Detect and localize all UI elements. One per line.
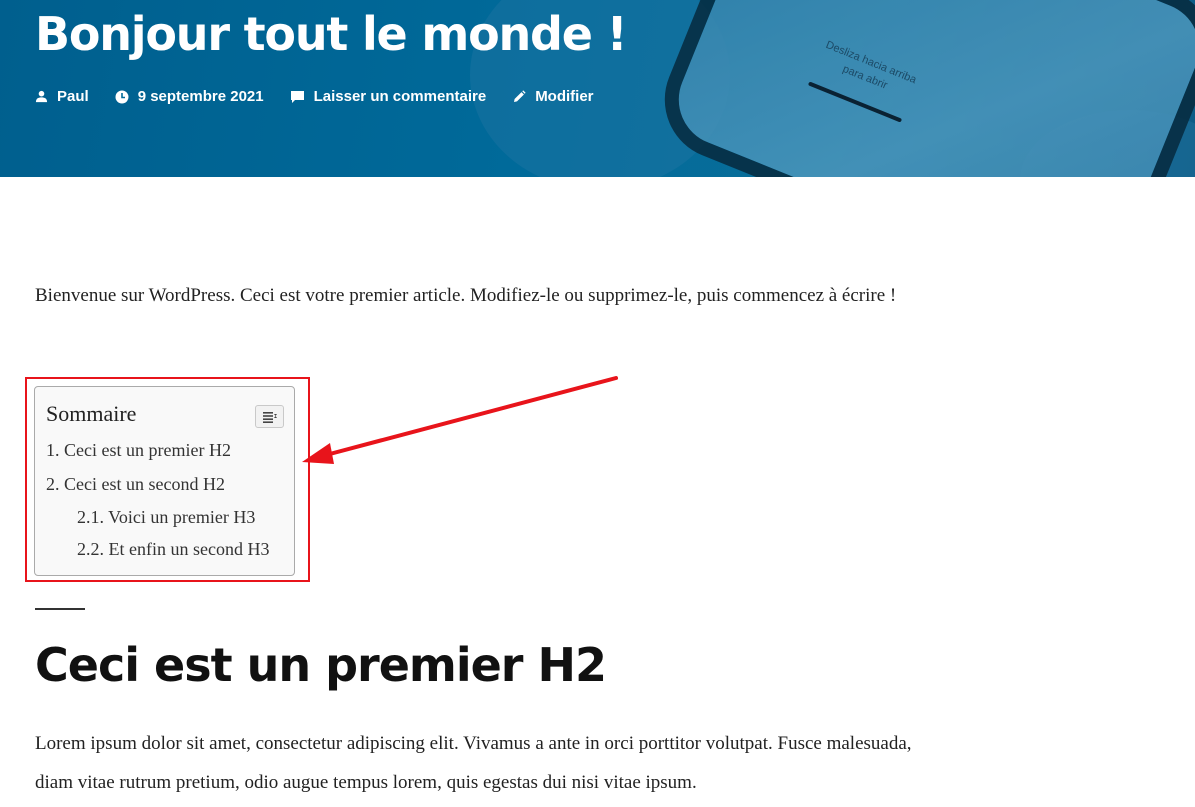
toc-title: Sommaire: [46, 401, 137, 426]
pencil-icon: [514, 89, 526, 102]
section-heading: Ceci est un premier H2: [35, 638, 607, 692]
comment-link[interactable]: Laisser un commentaire: [290, 88, 487, 105]
toc-item-2-1[interactable]: 2.1. Voici un premier H3: [77, 507, 255, 528]
section-paragraph: Lorem ipsum dolor sit amet, consectetur …: [35, 733, 912, 793]
toc-item-2[interactable]: 2. Ceci est un second H2: [46, 474, 225, 495]
user-icon: [35, 90, 48, 103]
date-link[interactable]: 9 septembre 2021: [115, 88, 264, 105]
section-separator: [35, 608, 85, 610]
post-meta: Paul 9 septembre 2021 Laisser un comment…: [35, 88, 620, 105]
table-of-contents: Sommaire 1. Ceci est un premier H2 2. Ce…: [34, 386, 295, 576]
post-header: Desliza hacia arriba para abrir Bonjour …: [0, 0, 1195, 177]
author-link[interactable]: Paul: [35, 88, 89, 105]
comment-label: Laisser un commentaire: [313, 88, 487, 105]
edit-label: Modifier: [535, 88, 594, 105]
toc-toggle-icon: [263, 412, 277, 423]
post-title: Bonjour tout le monde !: [35, 7, 628, 61]
comment-icon: [290, 90, 304, 103]
toc-toggle-button[interactable]: [255, 405, 284, 428]
edit-link[interactable]: Modifier: [512, 88, 594, 105]
post-date: 9 septembre 2021: [137, 88, 264, 105]
toc-item-2-2[interactable]: 2.2. Et enfin un second H3: [77, 539, 269, 560]
clock-icon: [115, 90, 129, 103]
author-name: Paul: [57, 88, 89, 105]
toc-item-1[interactable]: 1. Ceci est un premier H2: [46, 440, 231, 461]
post-intro: Bienvenue sur WordPress. Ceci est votre …: [35, 285, 897, 306]
